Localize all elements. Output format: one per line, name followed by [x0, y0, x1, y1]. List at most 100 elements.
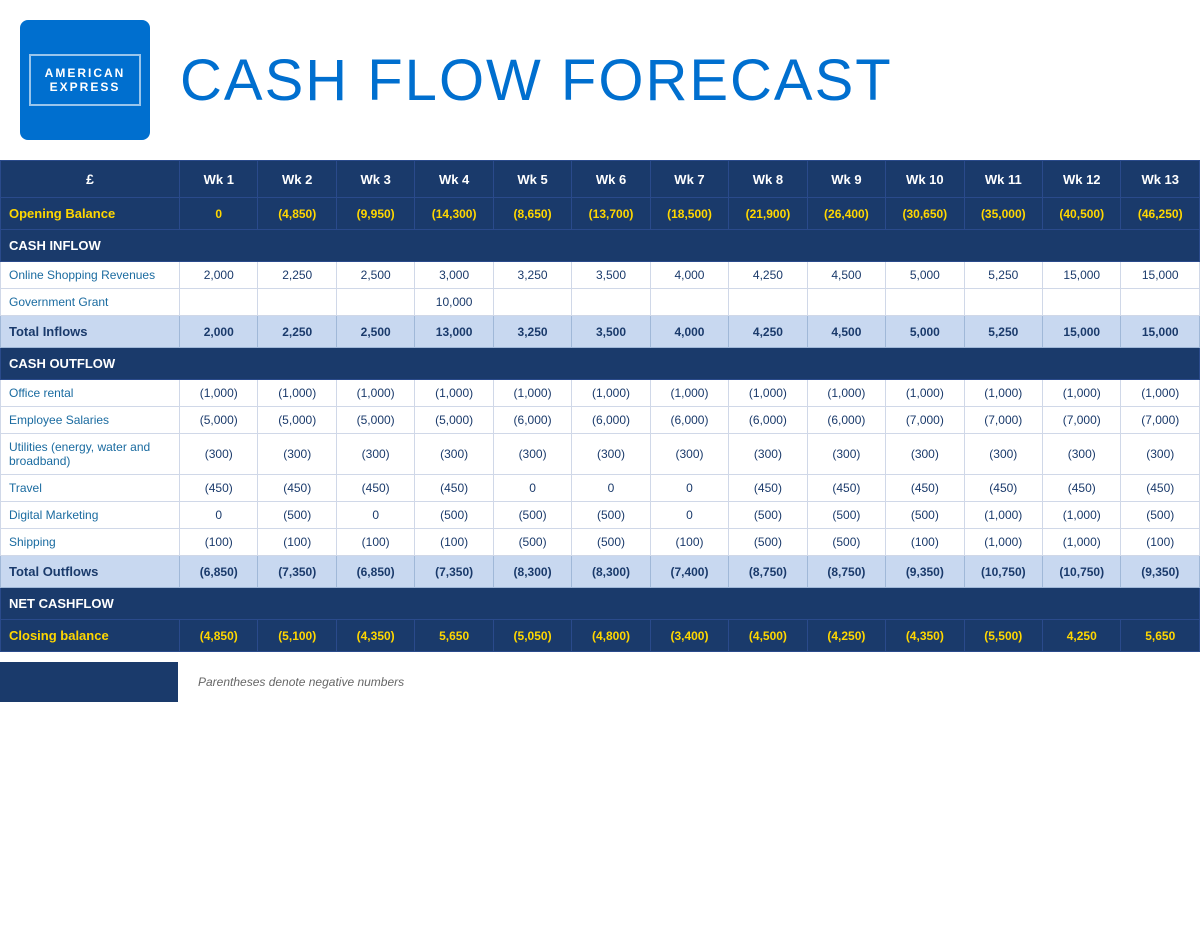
travel-wk4: (450) — [415, 475, 493, 502]
footer-note-text: Parentheses denote negative numbers — [178, 675, 404, 689]
week-header-4: Wk 4 — [415, 161, 493, 198]
week-header-13: Wk 13 — [1121, 161, 1200, 198]
shipping-wk13: (100) — [1121, 529, 1200, 556]
digital-marketing-wk3: 0 — [336, 502, 414, 529]
digital-marketing-wk11: (1,000) — [964, 502, 1042, 529]
total-outflows-wk10: (9,350) — [886, 556, 964, 588]
total-inflows-wk7: 4,000 — [650, 316, 728, 348]
travel-wk12: (450) — [1043, 475, 1121, 502]
travel-wk1: (450) — [180, 475, 258, 502]
office-rental-wk3: (1,000) — [336, 380, 414, 407]
closing-balance-wk4: 5,650 — [415, 620, 493, 652]
closing-balance-row: Closing balance (4,850) (5,100) (4,350) … — [1, 620, 1200, 652]
opening-balance-wk8: (21,900) — [729, 198, 807, 230]
online-shopping-wk3: 2,500 — [336, 262, 414, 289]
week-header-5: Wk 5 — [493, 161, 571, 198]
logo-line2: EXPRESS — [45, 80, 126, 94]
footer-color-block — [0, 662, 178, 702]
total-inflows-wk11: 5,250 — [964, 316, 1042, 348]
office-rental-wk7: (1,000) — [650, 380, 728, 407]
travel-wk13: (450) — [1121, 475, 1200, 502]
shipping-wk8: (500) — [729, 529, 807, 556]
total-inflows-wk6: 3,500 — [572, 316, 650, 348]
travel-wk6: 0 — [572, 475, 650, 502]
week-header-1: Wk 1 — [180, 161, 258, 198]
travel-wk5: 0 — [493, 475, 571, 502]
week-header-9: Wk 9 — [807, 161, 885, 198]
employee-salaries-wk8: (6,000) — [729, 407, 807, 434]
digital-marketing-row: Digital Marketing 0 (500) 0 (500) (500) … — [1, 502, 1200, 529]
total-inflows-wk4: 13,000 — [415, 316, 493, 348]
office-rental-wk5: (1,000) — [493, 380, 571, 407]
week-header-6: Wk 6 — [572, 161, 650, 198]
shipping-wk10: (100) — [886, 529, 964, 556]
total-outflows-wk7: (7,400) — [650, 556, 728, 588]
government-grant-wk5 — [493, 289, 571, 316]
online-shopping-wk1: 2,000 — [180, 262, 258, 289]
government-grant-wk8 — [729, 289, 807, 316]
employee-salaries-wk10: (7,000) — [886, 407, 964, 434]
digital-marketing-wk5: (500) — [493, 502, 571, 529]
opening-balance-wk10: (30,650) — [886, 198, 964, 230]
online-shopping-row: Online Shopping Revenues 2,000 2,250 2,5… — [1, 262, 1200, 289]
closing-balance-wk8: (4,500) — [729, 620, 807, 652]
office-rental-wk1: (1,000) — [180, 380, 258, 407]
government-grant-wk12 — [1043, 289, 1121, 316]
employee-salaries-wk2: (5,000) — [258, 407, 336, 434]
currency-header: £ — [1, 161, 180, 198]
office-rental-wk6: (1,000) — [572, 380, 650, 407]
shipping-wk2: (100) — [258, 529, 336, 556]
closing-balance-wk9: (4,250) — [807, 620, 885, 652]
utilities-wk9: (300) — [807, 434, 885, 475]
online-shopping-wk9: 4,500 — [807, 262, 885, 289]
travel-wk7: 0 — [650, 475, 728, 502]
digital-marketing-label: Digital Marketing — [1, 502, 180, 529]
week-header-2: Wk 2 — [258, 161, 336, 198]
employee-salaries-wk7: (6,000) — [650, 407, 728, 434]
government-grant-wk10 — [886, 289, 964, 316]
total-inflows-label: Total Inflows — [1, 316, 180, 348]
digital-marketing-wk4: (500) — [415, 502, 493, 529]
travel-label: Travel — [1, 475, 180, 502]
office-rental-wk9: (1,000) — [807, 380, 885, 407]
week-header-3: Wk 3 — [336, 161, 414, 198]
total-outflows-wk6: (8,300) — [572, 556, 650, 588]
online-shopping-wk2: 2,250 — [258, 262, 336, 289]
total-outflows-wk1: (6,850) — [180, 556, 258, 588]
shipping-wk6: (500) — [572, 529, 650, 556]
total-outflows-row: Total Outflows (6,850) (7,350) (6,850) (… — [1, 556, 1200, 588]
employee-salaries-label: Employee Salaries — [1, 407, 180, 434]
closing-balance-wk11: (5,500) — [964, 620, 1042, 652]
footer: Parentheses denote negative numbers — [0, 652, 1200, 712]
shipping-row: Shipping (100) (100) (100) (100) (500) (… — [1, 529, 1200, 556]
shipping-wk9: (500) — [807, 529, 885, 556]
travel-wk10: (450) — [886, 475, 964, 502]
office-rental-row: Office rental (1,000) (1,000) (1,000) (1… — [1, 380, 1200, 407]
opening-balance-wk13: (46,250) — [1121, 198, 1200, 230]
total-outflows-wk8: (8,750) — [729, 556, 807, 588]
travel-wk3: (450) — [336, 475, 414, 502]
online-shopping-wk6: 3,500 — [572, 262, 650, 289]
government-grant-wk4: 10,000 — [415, 289, 493, 316]
employee-salaries-wk3: (5,000) — [336, 407, 414, 434]
employee-salaries-wk12: (7,000) — [1043, 407, 1121, 434]
office-rental-wk10: (1,000) — [886, 380, 964, 407]
online-shopping-wk12: 15,000 — [1043, 262, 1121, 289]
office-rental-wk11: (1,000) — [964, 380, 1042, 407]
opening-balance-wk12: (40,500) — [1043, 198, 1121, 230]
employee-salaries-wk1: (5,000) — [180, 407, 258, 434]
online-shopping-wk11: 5,250 — [964, 262, 1042, 289]
travel-row: Travel (450) (450) (450) (450) 0 0 0 (45… — [1, 475, 1200, 502]
total-inflows-wk9: 4,500 — [807, 316, 885, 348]
closing-balance-wk2: (5,100) — [258, 620, 336, 652]
total-outflows-wk2: (7,350) — [258, 556, 336, 588]
employee-salaries-wk4: (5,000) — [415, 407, 493, 434]
opening-balance-row: Opening Balance 0 (4,850) (9,950) (14,30… — [1, 198, 1200, 230]
employee-salaries-wk13: (7,000) — [1121, 407, 1200, 434]
utilities-wk8: (300) — [729, 434, 807, 475]
week-header-11: Wk 11 — [964, 161, 1042, 198]
employee-salaries-row: Employee Salaries (5,000) (5,000) (5,000… — [1, 407, 1200, 434]
office-rental-wk8: (1,000) — [729, 380, 807, 407]
shipping-wk12: (1,000) — [1043, 529, 1121, 556]
utilities-wk1: (300) — [180, 434, 258, 475]
